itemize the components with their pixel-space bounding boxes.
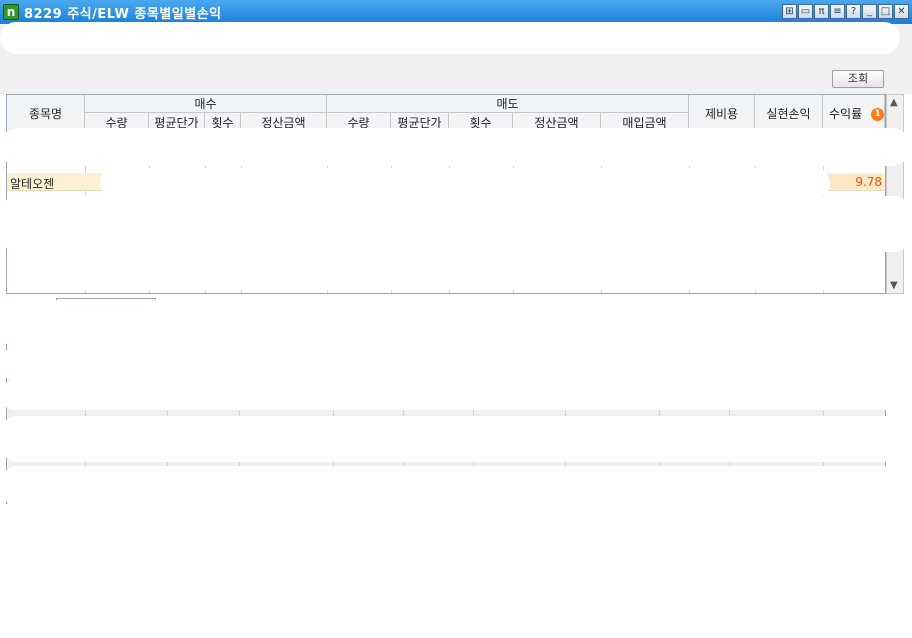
notification-badge: 1	[871, 108, 884, 121]
maximize-button[interactable]: □	[878, 4, 893, 19]
window-btn-0[interactable]: ⊞	[782, 4, 797, 19]
app-logo-icon: n	[3, 4, 19, 20]
redaction-mark	[0, 416, 912, 462]
redaction-mark	[0, 300, 912, 348]
window-title-bar: n 8229 주식/ELW 종목별일별손익 ⊞ ▭ π ≡ ? _ □ ✕	[0, 0, 912, 24]
scroll-up-icon[interactable]: ▲	[890, 97, 898, 108]
window-controls: ⊞ ▭ π ≡ ? _ □ ✕	[782, 4, 909, 19]
scroll-down-icon[interactable]: ▼	[890, 280, 898, 291]
redaction-mark	[0, 128, 910, 166]
grid-scrollbar[interactable]: ▲ ▼	[886, 94, 904, 294]
window-btn-2[interactable]: π	[814, 4, 829, 19]
redaction-mark	[0, 196, 912, 252]
stock-name-cell: 알테오젠	[10, 177, 55, 191]
rate-cell: 9.78	[828, 175, 882, 189]
window-btn-1[interactable]: ▭	[798, 4, 813, 19]
help-button[interactable]: ?	[846, 4, 861, 19]
window-btn-3[interactable]: ≡	[830, 4, 845, 19]
redaction-mark	[0, 346, 912, 382]
minimize-button[interactable]: _	[862, 4, 877, 19]
header-sell-group: 매도	[327, 95, 689, 113]
redaction-mark	[0, 380, 900, 410]
header-buy-group: 매수	[85, 95, 327, 113]
redaction-mark	[20, 250, 880, 290]
redaction-mark	[0, 22, 900, 54]
close-button[interactable]: ✕	[894, 4, 909, 19]
window-title: 8229 주식/ELW 종목별일별손익	[24, 6, 222, 22]
redaction-mark	[100, 168, 830, 198]
redaction-mark	[0, 500, 912, 600]
inquiry-button[interactable]: 조회	[832, 70, 884, 88]
